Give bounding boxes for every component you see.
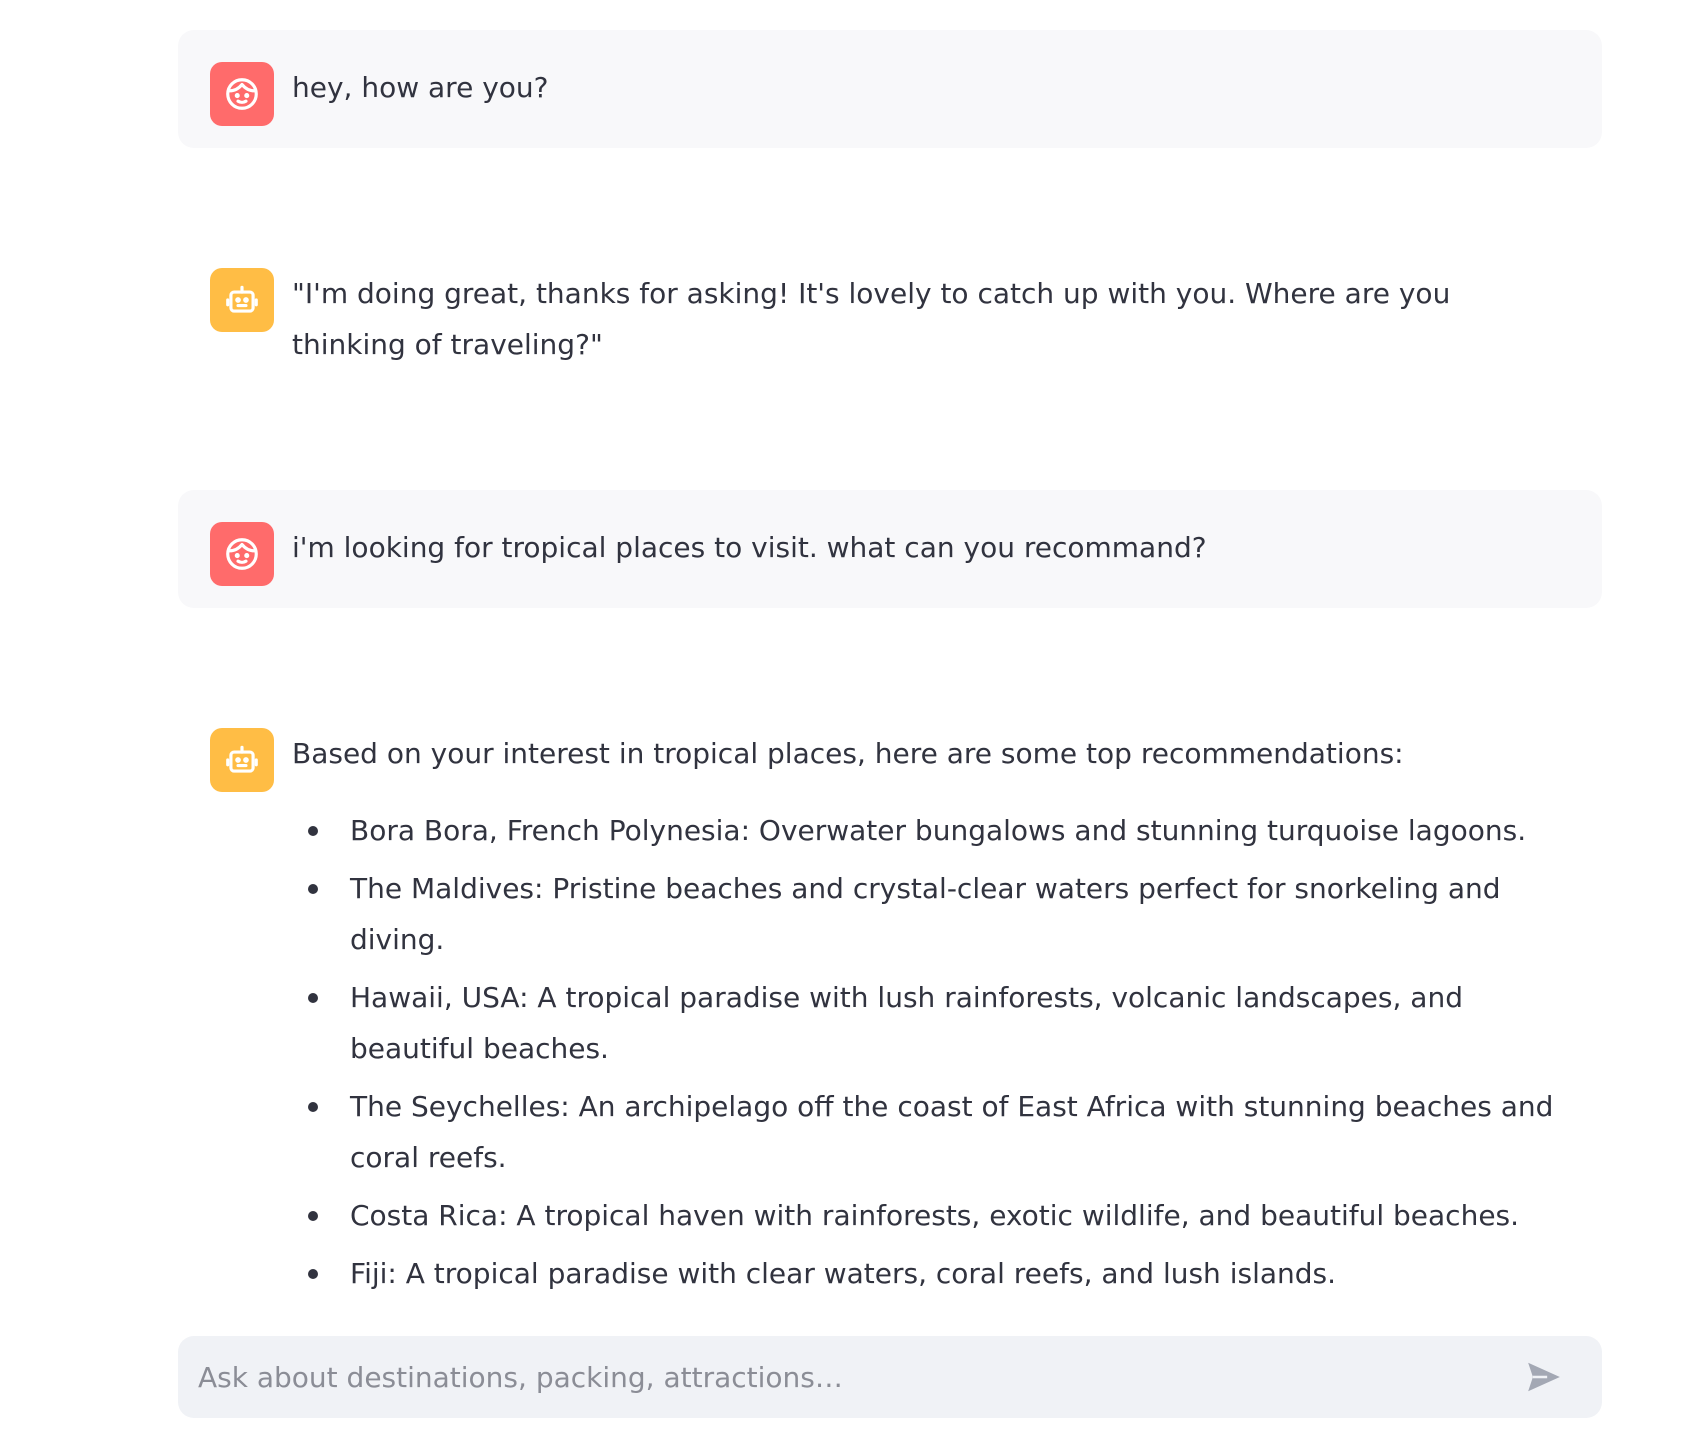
list-item: Fiji: A tropical paradise with clear wat…	[308, 1248, 1562, 1299]
assistant-avatar	[210, 268, 274, 332]
user-avatar	[210, 62, 274, 126]
message-text: i'm looking for tropical places to visit…	[292, 531, 1207, 564]
recommendation-list: Bora Bora, French Polynesia: Overwater b…	[292, 805, 1562, 1299]
message-text: hey, how are you?	[292, 71, 549, 104]
chat-message-user: hey, how are you?	[178, 30, 1602, 148]
chat-message-assistant: "I'm doing great, thanks for asking! It'…	[178, 236, 1602, 402]
chat-history: hey, how are you? "I'm doing great, than…	[178, 30, 1602, 1338]
assistant-avatar	[210, 728, 274, 792]
robot-icon	[226, 745, 258, 773]
robot-icon	[226, 285, 258, 313]
user-face-icon	[226, 538, 258, 570]
list-item: Hawaii, USA: A tropical paradise with lu…	[308, 972, 1562, 1074]
list-item: Costa Rica: A tropical haven with rainfo…	[308, 1190, 1562, 1241]
message-text: "I'm doing great, thanks for asking! It'…	[292, 277, 1451, 361]
user-avatar	[210, 522, 274, 586]
message-text: Based on your interest in tropical place…	[292, 737, 1404, 770]
chat-message-user: i'm looking for tropical places to visit…	[178, 490, 1602, 608]
chat-message-assistant: Based on your interest in tropical place…	[178, 696, 1602, 1338]
list-item: The Seychelles: An archipelago off the c…	[308, 1081, 1562, 1183]
list-item: The Maldives: Pristine beaches and cryst…	[308, 863, 1562, 965]
user-face-icon	[226, 78, 258, 110]
list-item: Bora Bora, French Polynesia: Overwater b…	[308, 805, 1562, 856]
send-icon	[1528, 1362, 1560, 1392]
chat-input[interactable]	[196, 1359, 1522, 1395]
chat-input-bar	[178, 1336, 1602, 1418]
send-button[interactable]	[1522, 1355, 1566, 1399]
